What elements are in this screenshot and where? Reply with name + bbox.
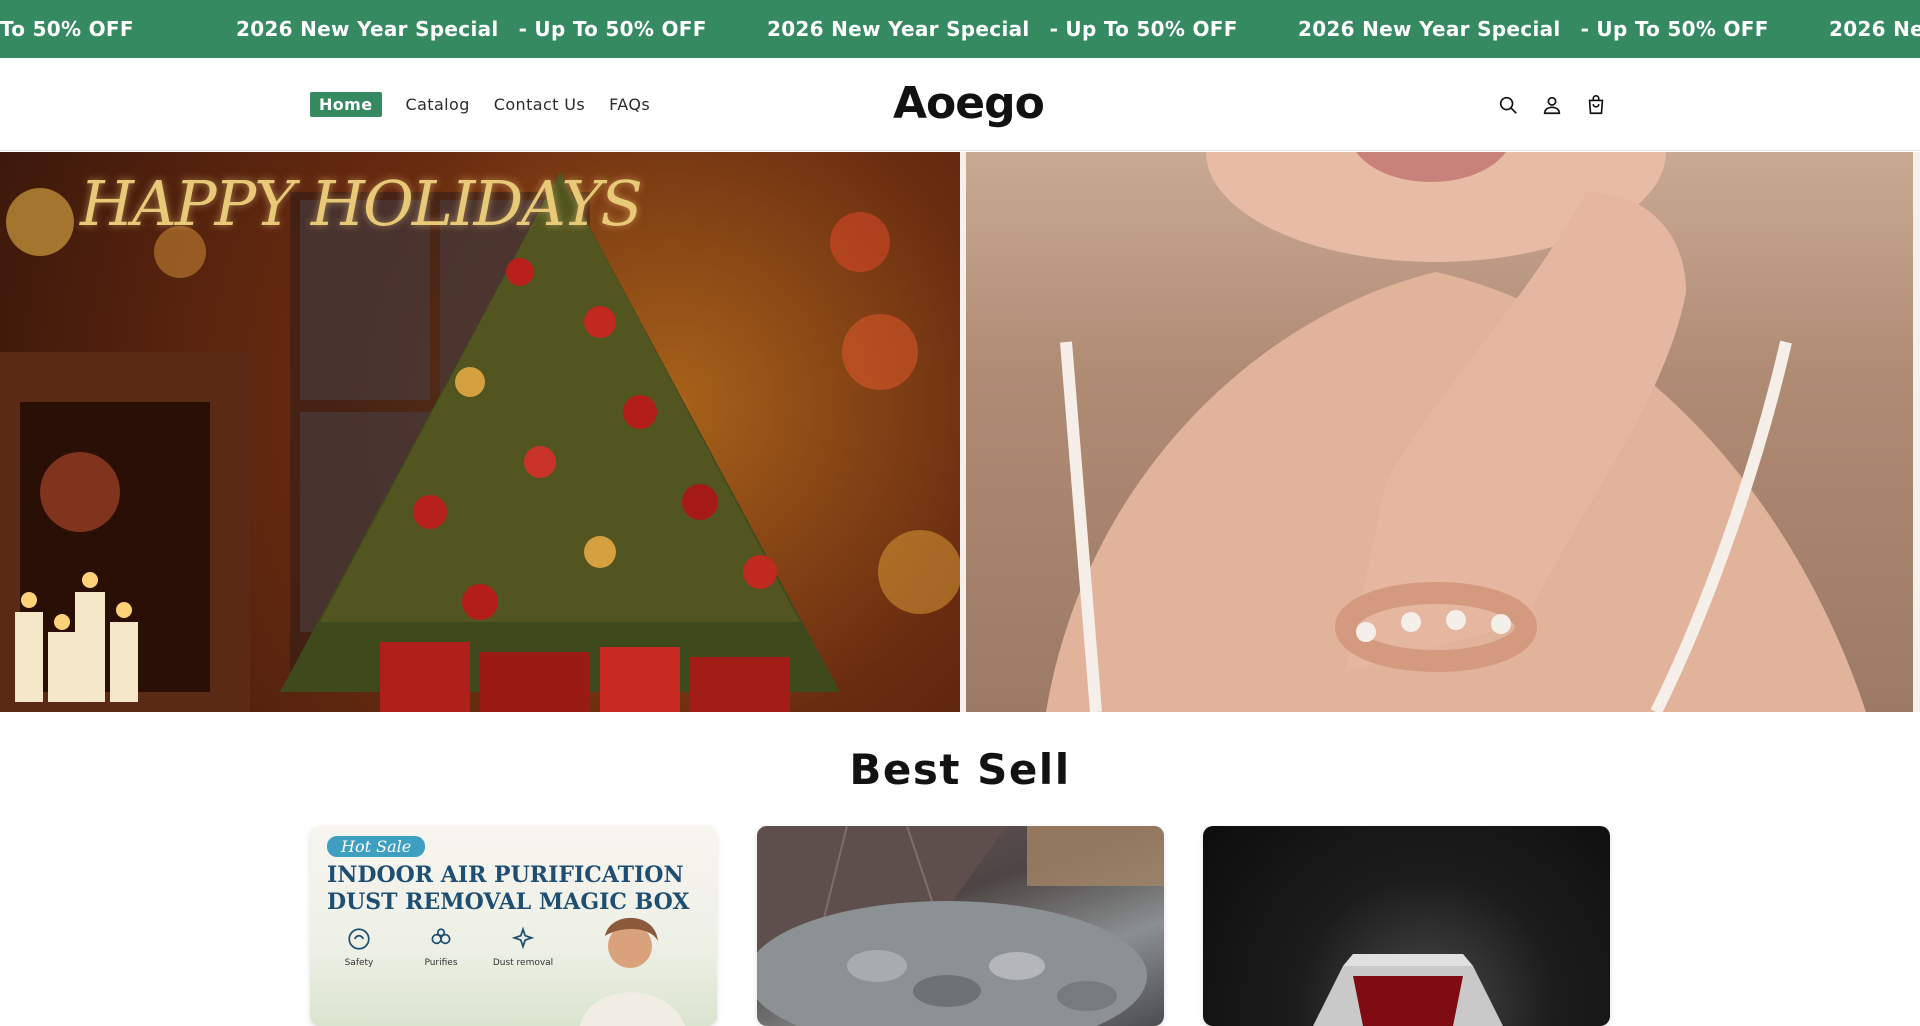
product-card[interactable]: Hot Sale INDOOR AIR PURIFICATION DUST RE… (310, 826, 717, 1026)
announcement-offer: - Up To 50% OFF (1580, 17, 1769, 41)
safety-icon (348, 928, 370, 950)
feature-item: Purifies (409, 926, 473, 968)
product-card[interactable] (1203, 826, 1610, 1026)
announcement-offer: - Up To 50% OFF (518, 17, 707, 41)
announcement-segment: 2026 New Year Special - Up To 50% OFF (236, 0, 707, 58)
nav-item-home[interactable]: Home (310, 92, 382, 117)
search-icon[interactable] (1496, 93, 1520, 117)
hero-slide-holidays[interactable]: HAPPY HOLIDAYS (0, 152, 960, 712)
announcement-segment: To 50% OFF (0, 0, 134, 58)
header-icons (1496, 58, 1608, 151)
nav-item-catalog[interactable]: Catalog (406, 95, 470, 114)
product-card[interactable] (757, 826, 1164, 1026)
nav-item-contact-us[interactable]: Contact Us (494, 95, 585, 114)
best-sell-heading: Best Sell (849, 745, 1071, 794)
announcement-title: 2026 New (1829, 17, 1920, 41)
announcement-segment: 2026 New Year Special - Up To 50% OFF (1298, 0, 1769, 58)
bracelet-model-image (1046, 152, 1866, 712)
purifies-icon (431, 928, 451, 945)
product-headline-line: INDOOR AIR PURIFICATION (327, 862, 684, 888)
feature-list: Safety Purifies Dust removal (327, 926, 555, 968)
hot-sale-badge: Hot Sale (327, 836, 426, 857)
cart-icon[interactable] (1584, 93, 1608, 117)
product-photo-people (580, 917, 685, 1026)
dust-removal-icon (511, 926, 535, 950)
product-photo-ring (1313, 954, 1503, 1026)
announcement-bar: To 50% OFF 2026 New Year Special - Up To … (0, 0, 1920, 58)
announcement-segment: 2026 New Year Special - Up To 50% OFF (767, 0, 1238, 58)
holiday-overlay-text: HAPPY HOLIDAYS (80, 167, 643, 240)
feature-item: Safety (327, 926, 391, 968)
site-logo[interactable]: Aoego (893, 78, 1045, 129)
announcement-title: 2026 New Year Special (236, 17, 499, 41)
nav-item-faqs[interactable]: FAQs (609, 95, 650, 114)
announcement-title: 2026 New Year Special (1298, 17, 1561, 41)
feature-label: Safety (344, 958, 374, 968)
feature-label: Dust removal (492, 958, 554, 968)
announcement-segment: 2026 New (1829, 0, 1920, 58)
feature-item: Dust removal (491, 926, 555, 968)
account-icon[interactable] (1540, 93, 1564, 117)
product-photo-mat (757, 826, 1164, 1026)
announcement-offer: - Up To 50% OFF (1049, 17, 1238, 41)
announcement-title: 2026 New Year Special (767, 17, 1030, 41)
main-nav: Home Catalog Contact Us FAQs (310, 58, 650, 151)
hero-slide-bracelet[interactable] (966, 152, 1913, 712)
site-header: Home Catalog Contact Us FAQs Aoego (0, 58, 1920, 151)
hero-slideshow: HAPPY HOLIDAYS (0, 152, 1920, 712)
announcement-offer: To 50% OFF (0, 17, 134, 41)
feature-label: Purifies (424, 958, 458, 968)
